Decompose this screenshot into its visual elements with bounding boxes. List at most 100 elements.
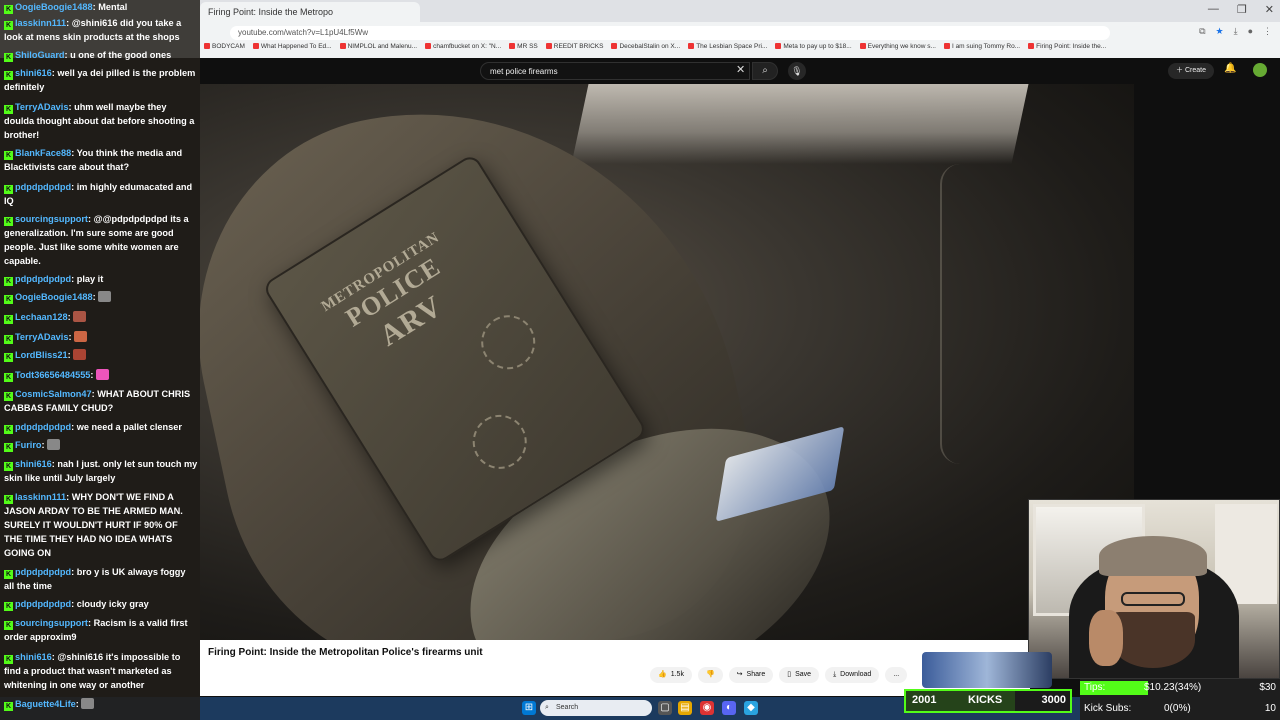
like-button[interactable]: 👍 1.5k xyxy=(650,667,692,683)
chat-username[interactable]: TerryADavis xyxy=(15,102,68,112)
chat-username[interactable]: pdpdpdpdpd xyxy=(15,599,71,609)
create-button[interactable]: ＋ Create xyxy=(1168,63,1214,79)
chat-username[interactable]: OogieBoogie1488 xyxy=(15,292,93,302)
video-info: Firing Point: Inside the Metropolitan Po… xyxy=(200,640,1030,696)
bookmark-star-icon[interactable]: ★ xyxy=(1216,26,1224,37)
chat-username[interactable]: Todt36656484555 xyxy=(15,370,90,380)
youtube-header: met police firearms ✕ ⌕ 🎙 ＋ Create 🔔 xyxy=(200,58,1280,84)
bookmark-item[interactable]: I am suing Tommy Ro... xyxy=(944,43,1020,57)
chat-username[interactable]: shini616 xyxy=(15,68,52,78)
profile-icon[interactable]: ● xyxy=(1248,26,1253,37)
discord-icon[interactable]: ◐ xyxy=(722,701,736,715)
download-button[interactable]: ⤓ Download xyxy=(825,667,880,683)
bookmark-item[interactable]: NIMPLOL and Malenu... xyxy=(340,43,418,57)
police-patch-text: METROPOLITAN POLICE ARV xyxy=(319,229,478,371)
chat-username[interactable]: TerryADavis xyxy=(15,332,68,342)
chat-overlay: K OogieBoogie1488: Mental Klasskinn111: @s… xyxy=(0,0,200,720)
webcam-beard xyxy=(1111,612,1195,668)
like-count: 1.5k xyxy=(670,671,684,678)
chat-message: Kpdpdpdpdpd: play it xyxy=(4,272,198,286)
chat-username[interactable]: ShiloGuard xyxy=(15,50,65,60)
crest-icon xyxy=(462,404,537,480)
kick-badge-icon: K xyxy=(4,602,13,611)
emote-icon xyxy=(98,291,112,302)
chrome-icon[interactable]: ◉ xyxy=(700,701,714,715)
tips-panel: Tips: $10.23(34%) $30 Kick Subs: 0(0%) 1… xyxy=(1080,679,1280,720)
more-icon: ... xyxy=(893,671,900,678)
chat-username[interactable]: sourcingsupport xyxy=(15,618,88,628)
kick-badge-icon: K xyxy=(4,462,13,471)
chat-username[interactable]: pdpdpdpdpd xyxy=(15,422,71,432)
chat-message: K ShiloGuard: u one of the good ones xyxy=(4,48,198,62)
bookmark-item[interactable]: What Happened To Ed... xyxy=(253,43,332,57)
more-button[interactable]: ... xyxy=(885,667,908,683)
file-explorer-icon[interactable]: ▤ xyxy=(678,701,692,715)
search-input[interactable]: met police firearms xyxy=(480,62,750,80)
avatar[interactable] xyxy=(1253,63,1267,77)
emote-icon xyxy=(73,349,87,360)
chat-text: we need a pallet clenser xyxy=(76,422,182,432)
emote-icon xyxy=(73,311,87,322)
share-button[interactable]: ↪ Share xyxy=(728,667,774,683)
chat-username[interactable]: shini616 xyxy=(15,652,52,662)
crest-icon xyxy=(471,305,546,380)
save-button[interactable]: ▯ Save xyxy=(779,667,820,683)
task-view-icon[interactable]: ▢ xyxy=(658,701,672,715)
thumbs-up-icon: 👍 xyxy=(658,671,667,678)
minimize-button[interactable]: — xyxy=(1208,3,1219,16)
chat-username[interactable]: OogieBoogie1488 xyxy=(15,2,93,12)
search-button[interactable]: ⌕ xyxy=(752,62,778,80)
download-icon: ⤓ xyxy=(833,671,837,678)
start-icon[interactable]: ⊞ xyxy=(522,701,536,715)
bookmarks-bar: BODYCAM What Happened To Ed... NIMPLOL a… xyxy=(200,43,1280,57)
bookmark-item[interactable]: BODYCAM xyxy=(204,43,245,57)
chat-username[interactable]: lasskinn111 xyxy=(15,18,66,28)
chat-message: K Baguette4Life: xyxy=(4,697,198,711)
bookmark-item[interactable]: chamfbucket on X: "N... xyxy=(425,43,501,57)
video-player[interactable]: METROPOLITAN POLICE ARV xyxy=(200,84,1134,640)
emote-icon xyxy=(74,331,88,342)
download-label: Download xyxy=(840,671,872,678)
chat-username[interactable]: CosmicSalmon47 xyxy=(15,389,92,399)
extension-icon[interactable]: ⧉ xyxy=(1199,26,1205,37)
emote-icon xyxy=(81,698,95,709)
chat-username[interactable]: sourcingsupport xyxy=(15,214,88,224)
kick-badge-icon: K xyxy=(4,105,13,114)
bookmark-item[interactable]: Everything we know s... xyxy=(860,43,936,57)
kick-badge-icon: K xyxy=(4,295,13,304)
chat-username[interactable]: shini616 xyxy=(15,459,52,469)
microphone-icon[interactable]: 🎙 xyxy=(788,62,806,80)
bookmark-item[interactable]: DecebalStalin on X... xyxy=(611,43,680,57)
bookmark-item[interactable]: MR SS xyxy=(509,43,538,57)
maximize-button[interactable]: ❐ xyxy=(1237,3,1247,16)
bookmark-item[interactable]: Meta to pay up to $18... xyxy=(775,43,851,57)
chat-message: Kshini616: @shini616 it's impossible to … xyxy=(4,650,198,692)
chat-username[interactable]: pdpdpdpdpd xyxy=(15,567,71,577)
chat-username[interactable]: pdpdpdpdpd xyxy=(15,182,71,192)
download-icon[interactable]: ⤓ xyxy=(1234,26,1238,37)
kick-badge-icon: K xyxy=(4,655,13,664)
menu-icon[interactable]: ⋮ xyxy=(1263,26,1272,37)
chat-username[interactable]: Baguette4Life xyxy=(15,699,76,709)
tips-value: $10.23(34%) xyxy=(1144,682,1202,693)
chat-username[interactable]: Lechaan128 xyxy=(15,312,68,322)
bookmark-item[interactable]: Firing Point: Inside the... xyxy=(1028,43,1106,57)
clear-search-icon[interactable]: ✕ xyxy=(736,63,745,76)
address-bar-icons: ⧉ ★ ⤓ ● ⋮ xyxy=(1199,26,1272,37)
plus-icon: ＋ xyxy=(1176,67,1185,74)
bookmark-item[interactable]: The Lesbian Space Pri... xyxy=(688,43,767,57)
browser-tab[interactable]: Firing Point: Inside the Metropo xyxy=(200,2,420,22)
chat-username[interactable]: Furiro xyxy=(15,440,42,450)
notifications-bell-icon[interactable]: 🔔 xyxy=(1224,63,1236,74)
dislike-button[interactable]: 👎 xyxy=(697,667,723,683)
taskbar-search[interactable]: ⌕ Search xyxy=(540,700,652,716)
chat-message: K Furiro: xyxy=(4,438,198,452)
close-window-button[interactable]: ✕ xyxy=(1265,3,1274,16)
app-icon[interactable]: ◆ xyxy=(744,701,758,715)
chat-username[interactable]: lasskinn111 xyxy=(15,492,66,502)
chat-username[interactable]: BlankFace88 xyxy=(15,148,71,158)
bookmark-item[interactable]: REEDIT BRICKS xyxy=(546,43,604,57)
chat-username[interactable]: pdpdpdpdpd xyxy=(15,274,71,284)
url-field[interactable]: youtube.com/watch?v=L1pU4Lf5Ww xyxy=(230,26,1110,40)
chat-username[interactable]: LordBliss21 xyxy=(15,350,68,360)
